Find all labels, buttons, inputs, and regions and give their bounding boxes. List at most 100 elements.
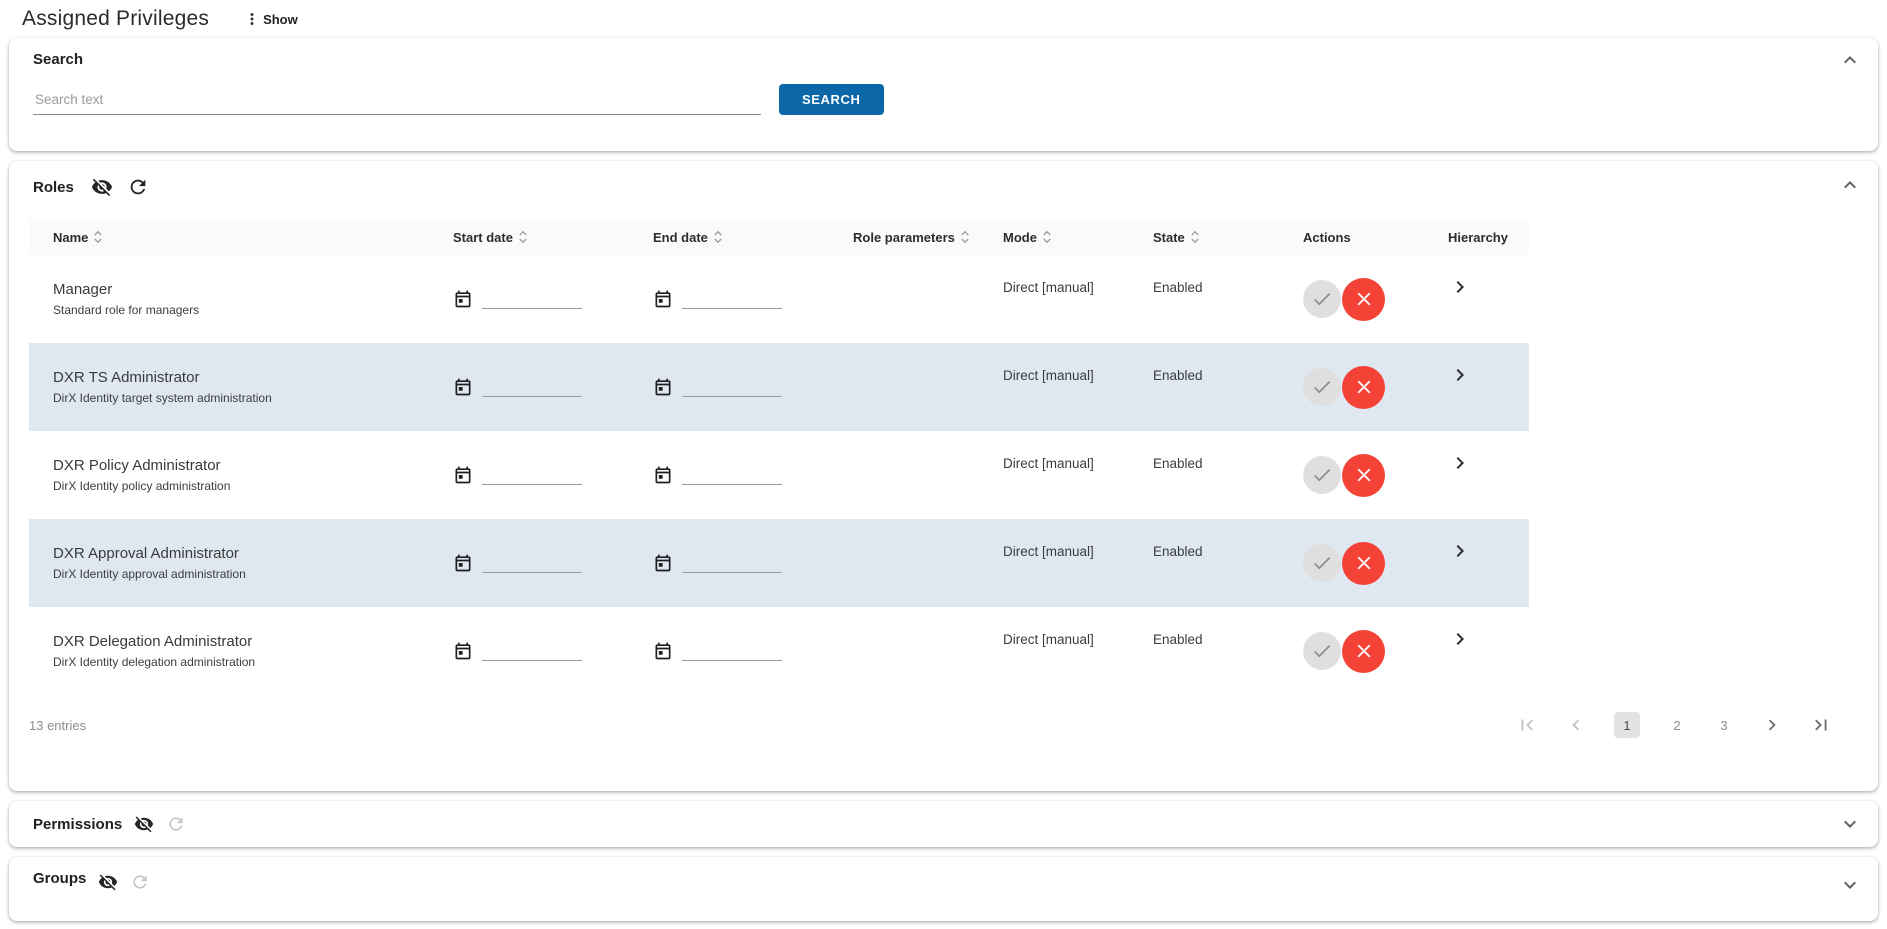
calendar-icon[interactable] xyxy=(453,377,473,397)
end-date-cell xyxy=(629,519,829,607)
hierarchy-expand-button[interactable] xyxy=(1448,539,1472,563)
groups-expand-button[interactable] xyxy=(1838,873,1862,897)
calendar-icon[interactable] xyxy=(653,465,673,485)
last-page-button[interactable] xyxy=(1810,712,1832,738)
end-date-input[interactable] xyxy=(682,379,782,397)
hierarchy-expand-button[interactable] xyxy=(1448,363,1472,387)
start-date-input[interactable] xyxy=(482,555,582,573)
search-button[interactable]: SEARCH xyxy=(779,84,884,115)
end-date-input[interactable] xyxy=(682,643,782,661)
show-menu-label: Show xyxy=(263,12,298,27)
permissions-panel-title: Permissions xyxy=(33,816,122,833)
next-page-button[interactable] xyxy=(1761,712,1783,738)
hierarchy-expand-button[interactable] xyxy=(1448,627,1472,651)
role-name: DXR Approval Administrator xyxy=(53,545,239,562)
column-label: Actions xyxy=(1303,230,1351,245)
hierarchy-cell xyxy=(1424,343,1529,431)
check-icon xyxy=(1311,464,1333,486)
end-date-input[interactable] xyxy=(682,555,782,573)
search-collapse-button[interactable] xyxy=(1838,48,1862,72)
roles-refresh-button[interactable] xyxy=(126,175,150,199)
state-cell: Enabled xyxy=(1129,255,1279,343)
column-label: State xyxy=(1153,230,1185,245)
page-button-1[interactable]: 1 xyxy=(1614,712,1640,738)
permissions-refresh-button xyxy=(164,812,188,836)
column-label: Mode xyxy=(1003,230,1037,245)
remove-button[interactable] xyxy=(1342,630,1385,673)
roles-panel: Roles NameStart dateEnd dateRole paramet… xyxy=(9,161,1878,791)
table-footer: 13 entries 123 xyxy=(9,701,1878,749)
check-icon xyxy=(1311,552,1333,574)
table-row[interactable]: DXR Policy Administrator DirX Identity p… xyxy=(29,431,1529,519)
column-header-start-date[interactable]: Start date xyxy=(429,228,629,246)
roles-hide-button[interactable] xyxy=(90,175,114,199)
first-page-button[interactable] xyxy=(1516,712,1538,738)
calendar-icon[interactable] xyxy=(653,641,673,661)
chevron-right-icon xyxy=(1448,275,1472,299)
hierarchy-expand-button[interactable] xyxy=(1448,275,1472,299)
remove-button[interactable] xyxy=(1342,278,1385,321)
start-date-input[interactable] xyxy=(482,291,582,309)
start-date-input[interactable] xyxy=(482,379,582,397)
end-date-input[interactable] xyxy=(682,291,782,309)
table-row[interactable]: DXR Delegation Administrator DirX Identi… xyxy=(29,607,1529,695)
hierarchy-expand-button[interactable] xyxy=(1448,451,1472,475)
first-page-icon xyxy=(1516,714,1538,736)
calendar-icon[interactable] xyxy=(453,553,473,573)
search-input[interactable] xyxy=(33,88,761,115)
end-date-cell xyxy=(629,431,829,519)
roles-collapse-button[interactable] xyxy=(1838,173,1862,197)
start-date-input[interactable] xyxy=(482,643,582,661)
calendar-icon[interactable] xyxy=(453,465,473,485)
approve-button[interactable] xyxy=(1303,368,1341,406)
column-label: Start date xyxy=(453,230,513,245)
role-description: Standard role for managers xyxy=(53,303,199,317)
close-icon xyxy=(1353,376,1375,398)
table-row[interactable]: DXR Approval Administrator DirX Identity… xyxy=(29,519,1529,607)
groups-hide-button[interactable] xyxy=(96,870,120,894)
approve-button[interactable] xyxy=(1303,280,1341,318)
remove-button[interactable] xyxy=(1342,366,1385,409)
visibility-off-icon xyxy=(134,814,154,834)
calendar-icon[interactable] xyxy=(453,641,473,661)
permissions-hide-button[interactable] xyxy=(132,812,156,836)
search-panel-title: Search xyxy=(33,51,1854,68)
column-header-name[interactable]: Name xyxy=(29,228,429,246)
column-header-role-parameters[interactable]: Role parameters xyxy=(829,228,979,246)
column-header-mode[interactable]: Mode xyxy=(979,228,1129,246)
chevron-right-icon xyxy=(1448,539,1472,563)
hierarchy-cell xyxy=(1424,255,1529,343)
column-header-state[interactable]: State xyxy=(1129,228,1279,246)
approve-button[interactable] xyxy=(1303,544,1341,582)
end-date-input[interactable] xyxy=(682,467,782,485)
permissions-expand-button[interactable] xyxy=(1838,812,1862,836)
approve-button[interactable] xyxy=(1303,456,1341,494)
calendar-icon[interactable] xyxy=(653,553,673,573)
groups-refresh-button xyxy=(128,870,152,894)
start-date-input[interactable] xyxy=(482,467,582,485)
calendar-icon[interactable] xyxy=(453,289,473,309)
column-header-end-date[interactable]: End date xyxy=(629,228,829,246)
groups-panel-title: Groups xyxy=(33,870,86,887)
top-bar: Assigned Privileges Show xyxy=(0,0,1887,38)
previous-page-button[interactable] xyxy=(1565,712,1587,738)
column-header-actions: Actions xyxy=(1279,230,1424,245)
refresh-icon xyxy=(130,872,150,892)
remove-button[interactable] xyxy=(1342,454,1385,497)
table-row[interactable]: DXR TS Administrator DirX Identity targe… xyxy=(29,343,1529,431)
table-row[interactable]: Manager Standard role for managers Direc… xyxy=(29,255,1529,343)
name-cell: DXR Approval Administrator DirX Identity… xyxy=(29,519,429,607)
start-date-cell xyxy=(429,519,629,607)
state-cell: Enabled xyxy=(1129,519,1279,607)
roles-table: Name Start date End dateRole parameters Mod… xyxy=(29,219,1529,695)
calendar-icon[interactable] xyxy=(653,289,673,309)
show-menu-button[interactable]: Show xyxy=(243,10,298,28)
kebab-menu-icon xyxy=(243,10,261,28)
name-cell: DXR Delegation Administrator DirX Identi… xyxy=(29,607,429,695)
page-button-2[interactable]: 2 xyxy=(1667,712,1687,738)
remove-button[interactable] xyxy=(1342,542,1385,585)
calendar-icon[interactable] xyxy=(653,377,673,397)
page-button-3[interactable]: 3 xyxy=(1714,712,1734,738)
approve-button[interactable] xyxy=(1303,632,1341,670)
visibility-off-icon xyxy=(98,872,118,892)
